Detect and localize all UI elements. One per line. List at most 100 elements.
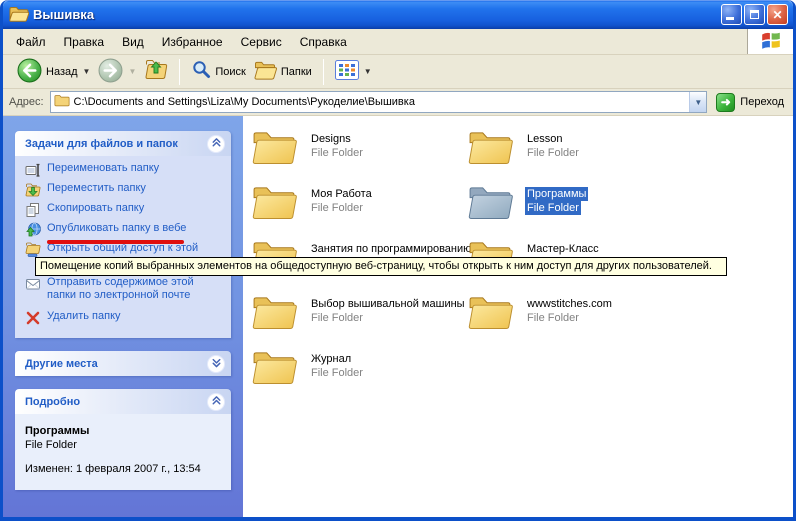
close-icon: ✕ xyxy=(772,9,782,21)
file-tile-2[interactable]: Моя РаботаFile Folder xyxy=(252,184,468,239)
chevron-up-icon xyxy=(210,394,223,410)
folder-window-icon[interactable] xyxy=(9,6,29,24)
task-item-1[interactable]: Переместить папку xyxy=(25,182,227,198)
task-item-2[interactable]: Скопировать папку xyxy=(25,202,227,218)
collapse-button[interactable] xyxy=(207,393,225,411)
window-controls: ✕ xyxy=(721,4,788,25)
file-list-area: DesignsFile Folder LessonFile Folder Моя… xyxy=(243,116,793,517)
title-bar: Вышивка ✕ xyxy=(3,0,793,29)
back-button[interactable]: Назад ▼ xyxy=(13,56,94,88)
windows-logo-icon xyxy=(760,29,782,54)
menu-item-2[interactable]: Вид xyxy=(113,35,153,49)
file-tile-8[interactable]: ЖурналFile Folder xyxy=(252,349,468,404)
maximize-button[interactable] xyxy=(744,4,765,25)
toolbar: Назад ▼ ▼ Поиск Папки ▼ xyxy=(3,55,793,89)
folder-icon xyxy=(252,184,297,220)
forward-dropdown-icon[interactable]: ▼ xyxy=(128,67,136,76)
task-item-5[interactable]: Отправить содержимое этой папки по элект… xyxy=(25,276,227,302)
file-tile-0[interactable]: DesignsFile Folder xyxy=(252,129,468,184)
file-tile-6[interactable]: Выбор вышивальной машиныFile Folder xyxy=(252,294,468,349)
folders-label: Папки xyxy=(281,66,312,78)
file-name: Designs xyxy=(309,132,353,146)
views-icon xyxy=(335,60,359,83)
menu-item-3[interactable]: Избранное xyxy=(153,35,232,49)
expand-button[interactable] xyxy=(207,355,225,373)
details-panel-title: Подробно xyxy=(25,396,80,408)
tile-labels: LessonFile Folder xyxy=(525,129,581,160)
menu-bar: ФайлПравкаВидИзбранноеСервисСправка xyxy=(3,29,793,55)
go-button[interactable]: ➜ Переход xyxy=(713,93,787,112)
folders-icon xyxy=(254,60,277,84)
file-name: Журнал xyxy=(309,352,353,366)
file-tile-3[interactable]: ПрограммыFile Folder xyxy=(468,184,684,239)
views-dropdown-icon[interactable]: ▼ xyxy=(364,67,372,76)
folders-button[interactable]: Папки xyxy=(250,58,316,86)
task-item-4[interactable]: Открыть общий доступ к этой xyxy=(25,242,227,258)
red-underline-annotation xyxy=(47,240,184,244)
address-folder-icon xyxy=(54,94,70,110)
folder-icon xyxy=(252,349,297,385)
chevron-up-icon xyxy=(210,136,223,152)
other-places-header[interactable]: Другие места xyxy=(15,351,231,376)
tasks-panel-header[interactable]: Задачи для файлов и папок xyxy=(15,131,231,156)
back-dropdown-icon[interactable]: ▼ xyxy=(83,67,91,76)
details-panel: Подробно Программы File Folder Изменен: … xyxy=(15,389,231,490)
menu-items: ФайлПравкаВидИзбранноеСервисСправка xyxy=(3,29,356,54)
file-tile-7[interactable]: wwwstitches.comFile Folder xyxy=(468,294,684,349)
task-label: Скопировать папку xyxy=(47,202,144,215)
toolbar-separator xyxy=(323,59,324,85)
share-icon xyxy=(25,242,41,258)
up-button[interactable] xyxy=(140,56,172,87)
minimize-button[interactable] xyxy=(721,4,742,25)
tile-labels: ЖурналFile Folder xyxy=(309,349,365,380)
folder-icon xyxy=(468,184,513,220)
menu-item-0[interactable]: Файл xyxy=(7,35,55,49)
toolbar-separator xyxy=(179,59,180,85)
details-panel-header[interactable]: Подробно xyxy=(15,389,231,414)
address-label: Адрес: xyxy=(9,96,44,108)
tasks-panel-title: Задачи для файлов и папок xyxy=(25,138,178,150)
file-type: File Folder xyxy=(525,146,581,160)
file-type: File Folder xyxy=(525,201,581,215)
maximize-icon xyxy=(750,10,759,19)
file-name: Программы xyxy=(525,187,588,201)
tile-labels: Выбор вышивальной машиныFile Folder xyxy=(309,294,467,325)
views-button[interactable]: ▼ xyxy=(331,58,376,85)
close-button[interactable]: ✕ xyxy=(767,4,788,25)
search-label: Поиск xyxy=(215,66,245,78)
back-icon xyxy=(17,58,42,86)
address-dropdown-button[interactable]: ▼ xyxy=(689,92,706,112)
file-name: Мастер-Класс xyxy=(525,242,601,256)
go-label: Переход xyxy=(740,96,784,108)
file-tile-1[interactable]: LessonFile Folder xyxy=(468,129,684,184)
tile-labels: wwwstitches.comFile Folder xyxy=(525,294,614,325)
menu-item-5[interactable]: Справка xyxy=(291,35,356,49)
address-input[interactable]: C:\Documents and Settings\Liza\My Docume… xyxy=(50,91,708,113)
go-arrow-icon: ➜ xyxy=(716,93,735,112)
folder-icon xyxy=(252,294,297,330)
task-label: Опубликовать папку в вебе xyxy=(47,222,186,235)
file-folder-tasks-panel: Задачи для файлов и папок Переименовать … xyxy=(15,131,231,338)
collapse-button[interactable] xyxy=(207,135,225,153)
file-type: File Folder xyxy=(309,146,365,160)
forward-button[interactable]: ▼ xyxy=(94,56,140,88)
search-button[interactable]: Поиск xyxy=(187,58,249,85)
task-item-6[interactable]: Удалить папку xyxy=(25,310,227,326)
tile-labels: ПрограммыFile Folder xyxy=(525,184,588,215)
menu-item-4[interactable]: Сервис xyxy=(232,35,291,49)
details-item-type: File Folder xyxy=(25,438,221,452)
address-path: C:\Documents and Settings\Liza\My Docume… xyxy=(74,96,686,108)
content-area: Задачи для файлов и папок Переименовать … xyxy=(3,116,793,517)
file-name: wwwstitches.com xyxy=(525,297,614,311)
other-places-title: Другие места xyxy=(25,358,98,370)
task-item-0[interactable]: Переименовать папку xyxy=(25,162,227,178)
menu-item-1[interactable]: Правка xyxy=(55,35,114,49)
task-item-3[interactable]: Опубликовать папку в вебе xyxy=(25,222,227,238)
file-name: Выбор вышивальной машины xyxy=(309,297,467,311)
minimize-icon xyxy=(726,17,734,20)
publish-web-icon xyxy=(25,222,41,238)
details-body: Программы File Folder Изменен: 1 февраля… xyxy=(15,414,231,490)
search-icon xyxy=(191,60,211,83)
folder-icon xyxy=(468,129,513,165)
task-label: Переименовать папку xyxy=(47,162,159,175)
